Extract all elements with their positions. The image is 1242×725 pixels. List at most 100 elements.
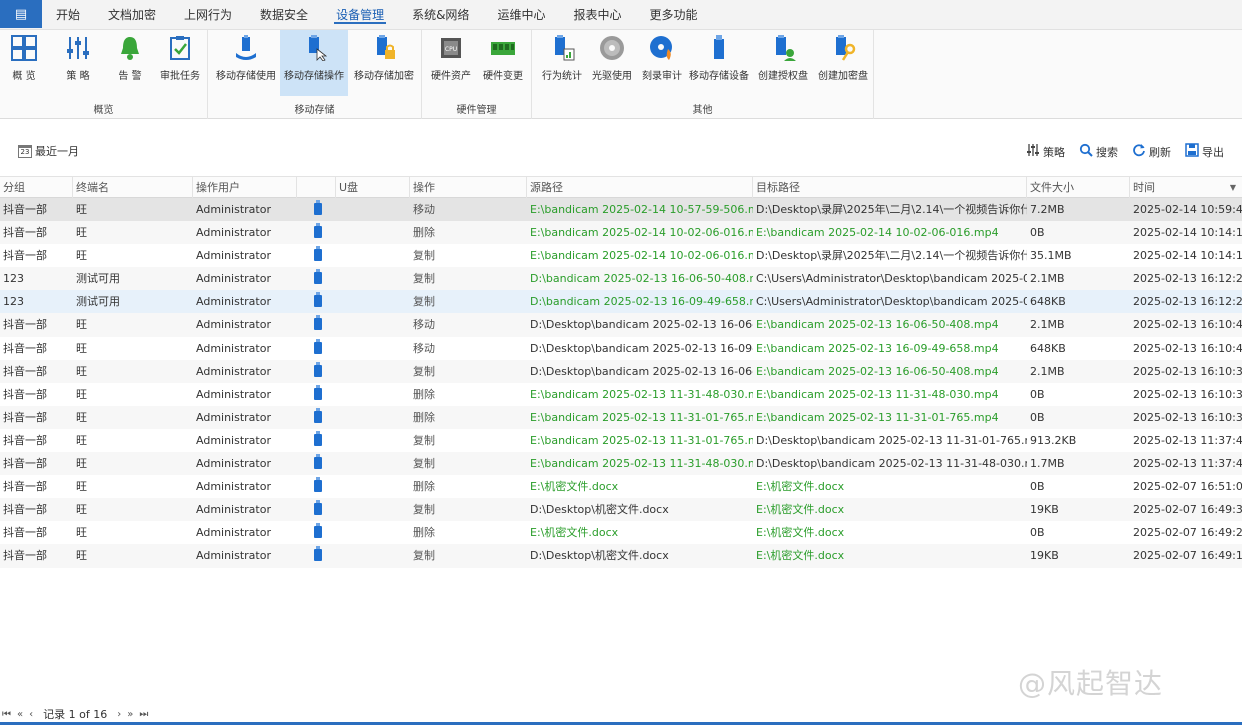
date-range-picker[interactable]: 23 最近一月 [18,143,79,159]
cell-device [297,475,336,498]
cell-group: 抖音一部 [3,503,47,517]
policy-button[interactable]: 策略 [1026,143,1065,160]
table-row[interactable]: 抖音一部 旺 Administrator 删除 E:\机密文件.docx E:\机密文件.… [0,521,1242,544]
column-header-file-size[interactable]: 文件大小 [1027,177,1130,198]
cell-operation: 移动 [413,203,435,216]
cell-file-size: 0B [1030,480,1045,494]
usb-drive-icon [314,200,322,215]
list-toolbar: 23 最近一月 策略 搜索 刷新 导出 [0,138,1242,164]
create-authorized-disk-button[interactable]: 创建授权盘 [754,30,812,96]
cell-usb [336,221,410,244]
alarm-button[interactable]: 告 警 [110,30,150,96]
export-button-label: 导出 [1202,145,1224,159]
cell-time: 2025-02-07 16:49:36 [1133,503,1242,517]
usb-drive-icon [314,223,322,239]
column-header-group[interactable]: 分组 [0,177,73,198]
cell-device [297,406,336,429]
table-row[interactable]: 抖音一部 旺 Administrator 删除 E:\bandicam 2025-02-… [0,405,1242,429]
column-header-operation[interactable]: 操作 [410,177,527,198]
refresh-button[interactable]: 刷新 [1132,143,1171,160]
cell-file-size: 35.1MB [1030,249,1072,263]
cell-group: 抖音一部 [3,526,47,540]
table-row[interactable]: 抖音一部 旺 Administrator 移动 D:\Desktop\bandicam … [0,313,1242,337]
create-encrypted-disk-label: 创建加密盘 [818,71,868,82]
mobile-storage-encryption-button[interactable]: 移动存储加密 [350,30,418,96]
cell-group: 抖音一部 [3,364,47,378]
column-header-device-icon[interactable] [297,177,336,198]
table-row[interactable]: 抖音一部 旺 Administrator 删除 E:\机密文件.docx E:\机密文件.… [0,475,1242,498]
menu-item-start[interactable]: 开始 [42,0,94,29]
table-row[interactable]: 抖音一部 旺 Administrator 复制 D:\Desktop\机密文件.docx… [0,544,1242,568]
table-row[interactable]: 抖音一部 旺 Administrator 复制 D:\Desktop\机密文件.docx… [0,498,1242,522]
policy-ribbon-button[interactable]: 策 略 [58,30,98,96]
table-row[interactable]: 123 测试可用 Administrator 复制 D:\bandicam 2025-0… [0,290,1242,314]
menu-item-more[interactable]: 更多功能 [635,0,711,29]
mobile-storage-usage-button[interactable]: 移动存储使用 [212,30,280,96]
cell-operation: 复制 [413,249,435,263]
cell-terminal: 旺 [76,249,87,263]
mobile-storage-device-button[interactable]: 移动存储设备 [686,30,752,96]
record-counter: 记录 1 of 16 [43,708,108,721]
cell-target-path: D:\Desktop\录屏\2025年\二月\2.14\一个视频告诉你什... [756,249,1027,263]
create-encrypted-disk-button[interactable]: 创建加密盘 [814,30,872,96]
cell-user: Administrator [196,503,271,517]
overview-button[interactable]: 概 览 [4,30,44,96]
cell-user: Administrator [196,272,271,286]
mobile-storage-operation-button[interactable]: 移动存储操作 [280,30,348,96]
mobile-storage-encryption-label: 移动存储加密 [354,71,414,82]
hardware-assets-button[interactable]: CPU 硬件资产 [426,30,476,96]
table-row[interactable]: 抖音一部 旺 Administrator 复制 E:\bandicam 2025-02-… [0,429,1242,452]
column-header-user[interactable]: 操作用户 [193,177,297,198]
table-row[interactable]: 抖音一部 旺 Administrator 删除 E:\bandicam 2025-02-… [0,383,1242,406]
app-menu-button[interactable]: ▤ [0,0,42,28]
cell-time: 2025-02-13 16:12:28 [1133,272,1242,286]
next-record-button[interactable]: › [117,709,121,720]
menu-item-data-security[interactable]: 数据安全 [246,0,322,29]
column-header-source-path[interactable]: 源路径 [527,177,753,198]
cell-operation: 复制 [413,433,435,447]
table-row[interactable]: 抖音一部 旺 Administrator 删除 E:\bandicam 2025-02-… [0,221,1242,245]
hardware-change-button[interactable]: 硬件变更 [478,30,528,96]
cpu-icon: CPU [436,33,466,63]
cell-terminal: 旺 [76,410,87,424]
cell-terminal: 旺 [76,364,87,378]
last-page-button[interactable]: ⏭ [139,709,148,720]
next-page-group-button[interactable]: » [127,709,133,720]
burn-audit-button[interactable]: 刻录审计 [638,30,686,96]
cell-source-path: E:\bandicam 2025-02-14 10-02-06-016.mp4 [530,249,753,263]
optical-drive-button[interactable]: 光驱使用 [588,30,636,96]
table-row[interactable]: 抖音一部 旺 Administrator 移动 D:\Desktop\bandicam … [0,337,1242,360]
export-button[interactable]: 导出 [1185,143,1224,160]
first-page-button[interactable]: ⏮ [2,709,11,720]
table-row[interactable]: 抖音一部 旺 Administrator 移动 E:\bandicam 2025-02-… [0,198,1242,222]
menu-item-report-center[interactable]: 报表中心 [559,0,635,29]
menu-item-device-management[interactable]: 设备管理 [322,0,398,29]
cell-user: Administrator [196,203,271,216]
cell-file-size: 0B [1030,387,1045,401]
cell-device [297,244,336,267]
usb-key-icon [828,33,858,63]
menu-item-ops-center[interactable]: 运维中心 [483,0,559,29]
menu-item-system-network[interactable]: 系统&网络 [398,0,483,29]
table-row[interactable]: 抖音一部 旺 Administrator 复制 E:\bandicam 2025-02-… [0,244,1242,267]
menu-item-doc-encryption[interactable]: 文档加密 [94,0,170,29]
column-header-target-path[interactable]: 目标路径 [753,177,1027,198]
menu-item-internet-behavior[interactable]: 上网行为 [170,0,246,29]
prev-page-group-button[interactable]: « [17,709,23,720]
column-header-time[interactable]: 时间 ▼ [1130,177,1242,198]
approval-task-button[interactable]: 审批任务 [156,30,204,96]
cell-user: Administrator [196,387,271,401]
cell-time: 2025-02-13 16:10:34 [1133,387,1242,401]
cell-source-path: E:\bandicam 2025-02-13 11-31-48-030.mp4 [530,457,753,471]
cell-operation: 复制 [413,457,435,471]
prev-record-button[interactable]: ‹ [29,709,33,720]
table-row[interactable]: 抖音一部 旺 Administrator 复制 E:\bandicam 2025-02-… [0,452,1242,476]
column-header-terminal[interactable]: 终端名 [73,177,193,198]
behavior-stats-button[interactable]: 行为统计 [538,30,586,96]
table-row[interactable]: 123 测试可用 Administrator 复制 D:\bandicam 2025-0… [0,267,1242,291]
cell-user: Administrator [196,318,271,332]
table-row[interactable]: 抖音一部 旺 Administrator 复制 D:\Desktop\bandicam … [0,359,1242,383]
search-button[interactable]: 搜索 [1079,143,1118,160]
column-header-usb[interactable]: U盘 [336,177,410,198]
alarm-label: 告 警 [118,71,142,82]
